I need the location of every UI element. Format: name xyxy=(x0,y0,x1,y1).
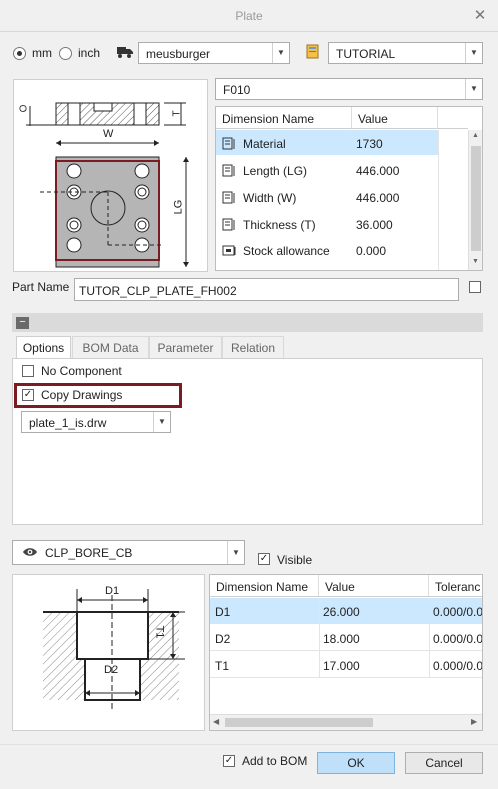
scroll-up-icon[interactable]: ▲ xyxy=(472,132,479,139)
type-select[interactable]: F010 ▼ xyxy=(215,78,483,100)
mm-label: mm xyxy=(32,46,52,60)
tab-options[interactable]: Options xyxy=(16,336,71,359)
inch-radio[interactable] xyxy=(59,47,72,60)
dimension-value[interactable]: 0.000 xyxy=(356,244,386,258)
w-label: W xyxy=(103,128,114,140)
column-header[interactable]: Dimension Name xyxy=(210,575,319,597)
feature-dimension-value[interactable]: 17.000 xyxy=(323,659,360,673)
no-component-label: No Component xyxy=(41,364,122,378)
chevron-down-icon: ▼ xyxy=(153,412,170,432)
part-name-checkbox[interactable] xyxy=(469,281,481,293)
dimension-icon xyxy=(222,218,238,232)
type-value: F010 xyxy=(223,83,251,97)
chevron-down-icon: ▼ xyxy=(465,79,482,99)
dimensions-table: Dimension Name Value Material 1730 Lengt… xyxy=(215,106,483,271)
dimension-name: Stock allowance xyxy=(243,244,330,258)
column-divider xyxy=(319,598,320,678)
d2-label: D2 xyxy=(104,664,119,676)
column-header-spacer xyxy=(438,107,468,129)
collapse-icon[interactable]: − xyxy=(16,317,29,329)
feature-dimension-tolerance[interactable]: 0.000/0.0 xyxy=(433,632,482,646)
window-title: Plate xyxy=(235,9,263,23)
supplier-select[interactable]: meusburger ▼ xyxy=(138,42,290,64)
dimension-value[interactable]: 446.000 xyxy=(356,164,399,178)
part-name-input[interactable]: TUTOR_CLP_PLATE_FH002 xyxy=(74,278,459,301)
column-header[interactable]: Dimension Name xyxy=(216,107,352,129)
t1-label: T1 xyxy=(153,625,166,639)
part-name-label: Part Name xyxy=(12,280,70,294)
d1-label: D1 xyxy=(105,585,120,597)
dimension-name: Width (W) xyxy=(243,191,297,205)
chevron-down-icon: ▼ xyxy=(465,43,482,63)
add-to-bom-label: Add to BOM xyxy=(242,754,308,768)
visible-checkbox[interactable]: ✓ xyxy=(258,553,270,565)
chevron-down-icon: ▼ xyxy=(227,541,244,564)
lg-label: LG xyxy=(172,199,185,215)
drawing-select-value: plate_1_is.drw xyxy=(29,416,107,430)
catalog-value: TUTORIAL xyxy=(336,47,396,61)
feature-dimension-name: T1 xyxy=(215,659,230,673)
supplier-value: meusburger xyxy=(146,47,211,61)
tab-bom-data[interactable]: BOM Data xyxy=(72,336,149,358)
copy-drawings-label: Copy Drawings xyxy=(41,388,123,402)
close-icon[interactable]: ✕ xyxy=(472,6,488,26)
bore-preview xyxy=(12,574,205,731)
eye-icon xyxy=(22,546,38,558)
visible-label: Visible xyxy=(277,553,313,567)
feature-dimension-tolerance[interactable]: 0.000/0.0 xyxy=(433,605,482,619)
dimension-value[interactable]: 446.000 xyxy=(356,191,399,205)
dimension-value[interactable]: 36.000 xyxy=(356,218,393,232)
vertical-scrollbar[interactable]: ▲ ▼ xyxy=(468,130,482,270)
feature-dimension-value[interactable]: 26.000 xyxy=(323,605,360,619)
inch-label: inch xyxy=(78,46,101,60)
column-header[interactable]: Toleranc xyxy=(429,575,482,597)
column-filler xyxy=(438,130,468,270)
mm-radio[interactable] xyxy=(13,47,26,60)
chevron-down-icon: ▼ xyxy=(272,43,289,63)
scrollbar-thumb[interactable] xyxy=(225,718,373,727)
dimension-name: Material xyxy=(243,137,286,151)
dimension-icon xyxy=(222,137,238,151)
ok-button[interactable]: OK xyxy=(317,752,395,774)
feature-dimension-tolerance[interactable]: 0.000/0.0 xyxy=(433,659,482,673)
tab-parameter[interactable]: Parameter xyxy=(149,336,222,358)
column-header[interactable]: Value xyxy=(352,107,438,129)
no-component-checkbox[interactable] xyxy=(22,365,34,377)
scroll-right-icon[interactable]: ▶ xyxy=(471,717,477,726)
dimension-icon xyxy=(222,164,238,178)
dimension-name: Thickness (T) xyxy=(243,218,316,232)
o-label: O xyxy=(18,104,30,113)
drawing-select[interactable]: plate_1_is.drw ▼ xyxy=(21,411,171,433)
feature-dimension-value[interactable]: 18.000 xyxy=(323,632,360,646)
horizontal-scrollbar[interactable]: ◀ ▶ xyxy=(210,714,482,730)
part-name-value: TUTOR_CLP_PLATE_FH002 xyxy=(79,284,237,298)
add-to-bom-checkbox[interactable]: ✓ xyxy=(223,755,235,767)
tab-relation[interactable]: Relation xyxy=(222,336,284,358)
footer-divider xyxy=(0,744,498,745)
scroll-down-icon[interactable]: ▼ xyxy=(472,258,479,265)
scroll-left-icon[interactable]: ◀ xyxy=(213,717,219,726)
feature-table: Dimension Name Value Toleranc D1 26.000 … xyxy=(209,574,483,731)
dimension-name: Length (LG) xyxy=(243,164,308,178)
dimension-icon xyxy=(222,191,238,205)
t-label: T xyxy=(171,110,183,117)
feature-select-value: CLP_BORE_CB xyxy=(45,546,133,560)
copy-drawings-checkbox[interactable]: ✓ xyxy=(22,389,34,401)
catalog-select[interactable]: TUTORIAL ▼ xyxy=(328,42,483,64)
scrollbar-thumb[interactable] xyxy=(471,146,481,251)
truck-icon xyxy=(117,45,133,59)
cancel-button[interactable]: Cancel xyxy=(405,752,483,774)
column-header[interactable]: Value xyxy=(319,575,429,597)
plate-preview xyxy=(13,79,208,272)
catalog-icon xyxy=(305,44,321,60)
column-divider xyxy=(429,598,430,678)
feature-select[interactable]: CLP_BORE_CB ▼ xyxy=(12,540,245,565)
feature-dimension-name: D2 xyxy=(215,632,231,646)
feature-dimension-name: D1 xyxy=(215,605,231,619)
options-section-header xyxy=(12,313,483,332)
dimension-value[interactable]: 1730 xyxy=(356,137,383,151)
stock-allowance-icon xyxy=(222,244,238,258)
